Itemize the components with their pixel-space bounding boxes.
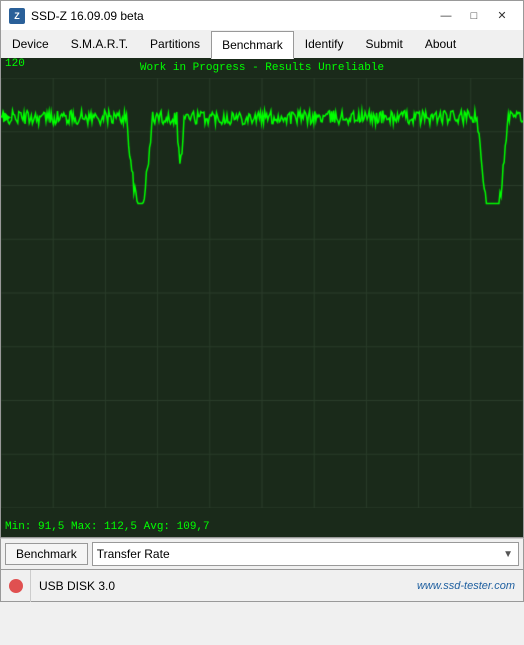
menu-bar: Device S.M.A.R.T. Partitions Benchmark I… xyxy=(0,30,524,58)
minimize-button[interactable]: — xyxy=(433,6,459,26)
tab-partitions[interactable]: Partitions xyxy=(139,30,211,58)
window-controls: — □ ✕ xyxy=(433,6,515,26)
benchmark-button[interactable]: Benchmark xyxy=(5,543,88,565)
tab-about[interactable]: About xyxy=(414,30,467,58)
chart-canvas xyxy=(1,78,523,508)
tab-identify[interactable]: Identify xyxy=(294,30,355,58)
chart-y-top-label: 120 xyxy=(5,58,25,70)
title-bar: Z SSD-Z 16.09.09 beta — □ ✕ xyxy=(0,0,524,30)
benchmark-bar: Benchmark Transfer Rate ▼ xyxy=(0,538,524,570)
close-button[interactable]: ✕ xyxy=(489,6,515,26)
tab-benchmark[interactable]: Benchmark xyxy=(211,31,294,59)
status-bar: USB DISK 3.0 www.ssd-tester.com xyxy=(0,570,524,602)
chart-area: Work in Progress - Results Unreliable 12… xyxy=(0,58,524,538)
maximize-button[interactable]: □ xyxy=(461,6,487,26)
app-icon: Z xyxy=(9,8,25,24)
status-icon-area xyxy=(1,570,31,602)
disk-status-icon xyxy=(9,579,23,593)
app-title: SSD-Z 16.09.09 beta xyxy=(31,9,144,23)
tab-submit[interactable]: Submit xyxy=(354,30,413,58)
disk-label: USB DISK 3.0 xyxy=(31,579,409,593)
chart-canvas-wrap xyxy=(1,78,523,513)
chart-stats: Min: 91,5 Max: 112,5 Avg: 109,7 xyxy=(5,521,210,533)
tab-smart[interactable]: S.M.A.R.T. xyxy=(60,30,139,58)
select-wrap: Transfer Rate ▼ xyxy=(92,542,519,566)
tab-device[interactable]: Device xyxy=(1,30,60,58)
title-bar-left: Z SSD-Z 16.09.09 beta xyxy=(9,8,144,24)
website-label: www.ssd-tester.com xyxy=(409,580,523,592)
benchmark-select[interactable]: Transfer Rate xyxy=(92,542,519,566)
chart-header: Work in Progress - Results Unreliable xyxy=(1,58,523,78)
